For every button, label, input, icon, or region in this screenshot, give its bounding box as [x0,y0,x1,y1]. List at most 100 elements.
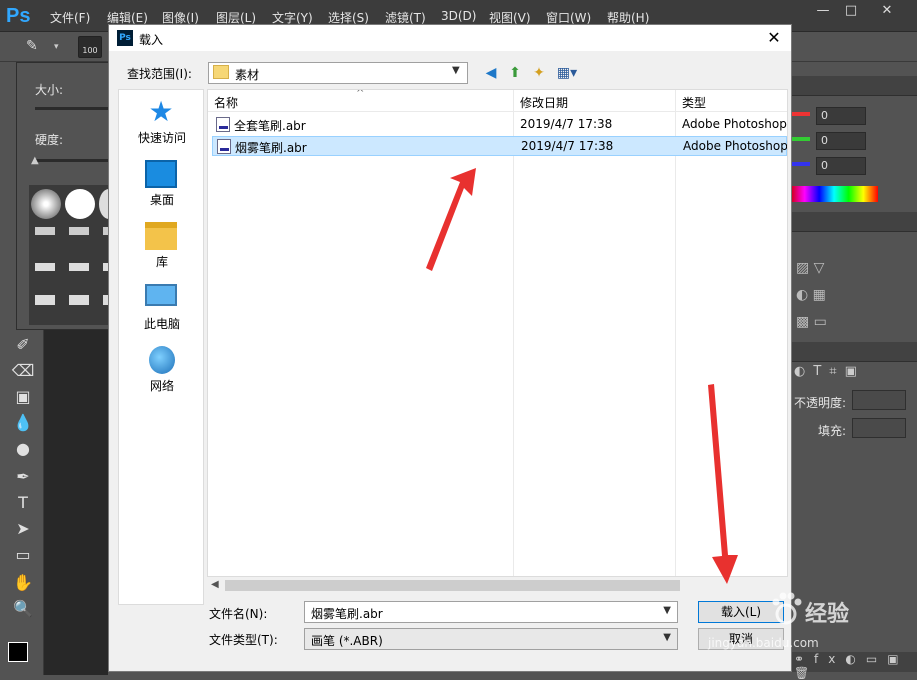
maximize-button[interactable]: □ [838,2,864,20]
place-label: 库 [155,255,168,269]
opacity-label: 不透明度: [794,396,847,410]
rectangle-icon[interactable]: ▭ [10,544,36,566]
abr-file-icon [217,139,231,154]
type-icon[interactable]: T [10,492,36,514]
baidu-paw-icon [772,592,802,625]
green-value-input[interactable]: 0 [816,132,866,150]
brush-preset-item[interactable] [35,263,55,271]
brush-preset-item[interactable] [69,263,89,271]
file-date: 2019/4/7 17:38 [521,139,614,153]
brush-preset-item[interactable] [35,227,55,235]
hand-icon[interactable]: ✋ [10,572,36,594]
sort-up-icon: ^ [356,89,365,99]
close-app-button[interactable]: ✕ [874,2,900,20]
place-label: 桌面 [149,193,174,207]
brush-tool-icon[interactable]: ✎ [26,38,46,56]
slider-handle-icon[interactable]: ▲ [31,155,39,166]
place-network[interactable]: 网络 [119,342,205,400]
blue-value-input[interactable]: 0 [816,157,866,175]
brush-preset-item[interactable] [35,295,55,305]
column-header-type[interactable]: 类型 [682,94,706,111]
dialog-title: 载入 [139,33,164,47]
red-value-input[interactable]: 0 [816,107,866,125]
file-type: Adobe Photoshop [683,139,788,153]
dialog-titlebar: Ps 载入 ✕ [109,25,791,51]
chevron-down-icon[interactable]: ▼ [663,632,671,643]
network-icon [149,346,175,374]
blue-slider[interactable] [790,162,810,166]
place-quick-access[interactable]: ★ 快速访问 [119,94,205,152]
dodge-icon[interactable]: ● [10,438,36,460]
close-icon[interactable]: ✕ [763,27,785,49]
places-bar: ★ 快速访问 桌面 库 此电脑 网络 [118,89,204,605]
brush-preset-soft[interactable] [31,189,61,219]
watermark-url: jingyan.baidu.com [708,636,819,650]
adjustment-icons[interactable]: ▩ ▭ [796,314,827,330]
back-icon[interactable]: ◀ [481,63,501,83]
menu-file[interactable]: 文件(F) [50,9,90,26]
file-row[interactable]: 全套笔刷.abr 2019/4/7 17:38 Adobe Photoshop [212,115,787,135]
column-header-name[interactable]: 名称 [214,94,238,111]
blur-icon[interactable]: 💧 [10,412,36,434]
watermark: 经验 jingyan.baidu.com [700,578,915,658]
column-divider[interactable] [675,90,676,591]
fill-label: 填充: [818,424,847,438]
eraser-icon[interactable]: ⌫ [10,360,36,382]
place-label: 快速访问 [137,131,186,145]
lookin-label: 查找范围(I): [127,67,192,81]
zoom-icon[interactable]: 🔍 [10,598,36,620]
green-slider[interactable] [790,137,810,141]
canvas-area[interactable] [44,330,108,675]
scrollbar-thumb[interactable] [225,580,680,591]
chevron-down-icon[interactable]: ▼ [452,65,460,76]
layers-panel-header [790,342,917,362]
color-panel-header [790,76,917,96]
column-header-date[interactable]: 修改日期 [520,94,568,111]
history-brush-icon[interactable]: ✐ [10,334,36,356]
place-desktop[interactable]: 桌面 [119,156,205,214]
file-row-selected[interactable]: 烟雾笔刷.abr 2019/4/7 17:38 Adobe Photoshop [212,136,787,156]
load-dialog: Ps 载入 ✕ 查找范围(I): 素材 ▼ ◀ ⬆ ✦ ▦▾ ★ 快速访问 桌面… [108,24,792,672]
size-slider[interactable] [35,107,119,110]
filetype-select[interactable]: 画笔 (*.ABR) ▼ [304,628,678,650]
filename-label: 文件名(N): [209,607,268,621]
opacity-dropdown[interactable] [852,390,906,410]
color-ramp[interactable] [790,186,878,202]
menu-3d[interactable]: 3D(D) [441,9,476,23]
column-divider[interactable] [513,90,514,591]
gradient-icon[interactable]: ▣ [10,386,36,408]
brush-size-preview[interactable]: 100 [78,36,102,58]
minimize-button[interactable]: — [810,2,836,20]
new-folder-icon[interactable]: ✦ [529,63,549,83]
brush-preset-item[interactable] [69,227,89,235]
foreground-color-swatch[interactable] [8,642,28,662]
photoshop-icon: Ps [117,30,133,46]
file-list: 名称 ^ 修改日期 类型 全套笔刷.abr 2019/4/7 17:38 Ado… [207,89,788,592]
hardness-slider[interactable] [35,159,119,162]
brush-preset-hard[interactable] [65,189,95,219]
scroll-left-icon[interactable]: ◀ [211,579,219,590]
place-this-pc[interactable]: 此电脑 [119,280,205,338]
red-slider[interactable] [790,112,810,116]
abr-file-icon [216,117,230,132]
library-icon [145,222,177,250]
photoshop-logo: Ps [6,5,31,27]
view-menu-icon[interactable]: ▦▾ [553,63,581,83]
adjustment-icons[interactable]: ◐ ▦ [796,287,826,303]
hardness-label: 硬度: [35,133,64,147]
star-icon: ★ [148,95,174,128]
layer-filter-icons[interactable]: ◐T⌗▣ [794,364,865,379]
chevron-down-icon[interactable]: ▾ [54,42,59,52]
fill-dropdown[interactable] [852,418,906,438]
place-library[interactable]: 库 [119,218,205,276]
adjustment-icons[interactable]: ▨ ▽ [796,260,824,276]
filename-input[interactable]: 烟雾笔刷.abr ▼ [304,601,678,623]
filetype-label: 文件类型(T): [209,633,278,647]
up-folder-icon[interactable]: ⬆ [505,63,525,83]
pen-icon[interactable]: ✒ [10,466,36,488]
brush-preset-item[interactable] [69,295,89,305]
file-name: 全套笔刷.abr [234,119,306,133]
filetype-value: 画笔 (*.ABR) [311,634,383,648]
chevron-down-icon[interactable]: ▼ [663,605,671,616]
path-select-icon[interactable]: ➤ [10,518,36,540]
